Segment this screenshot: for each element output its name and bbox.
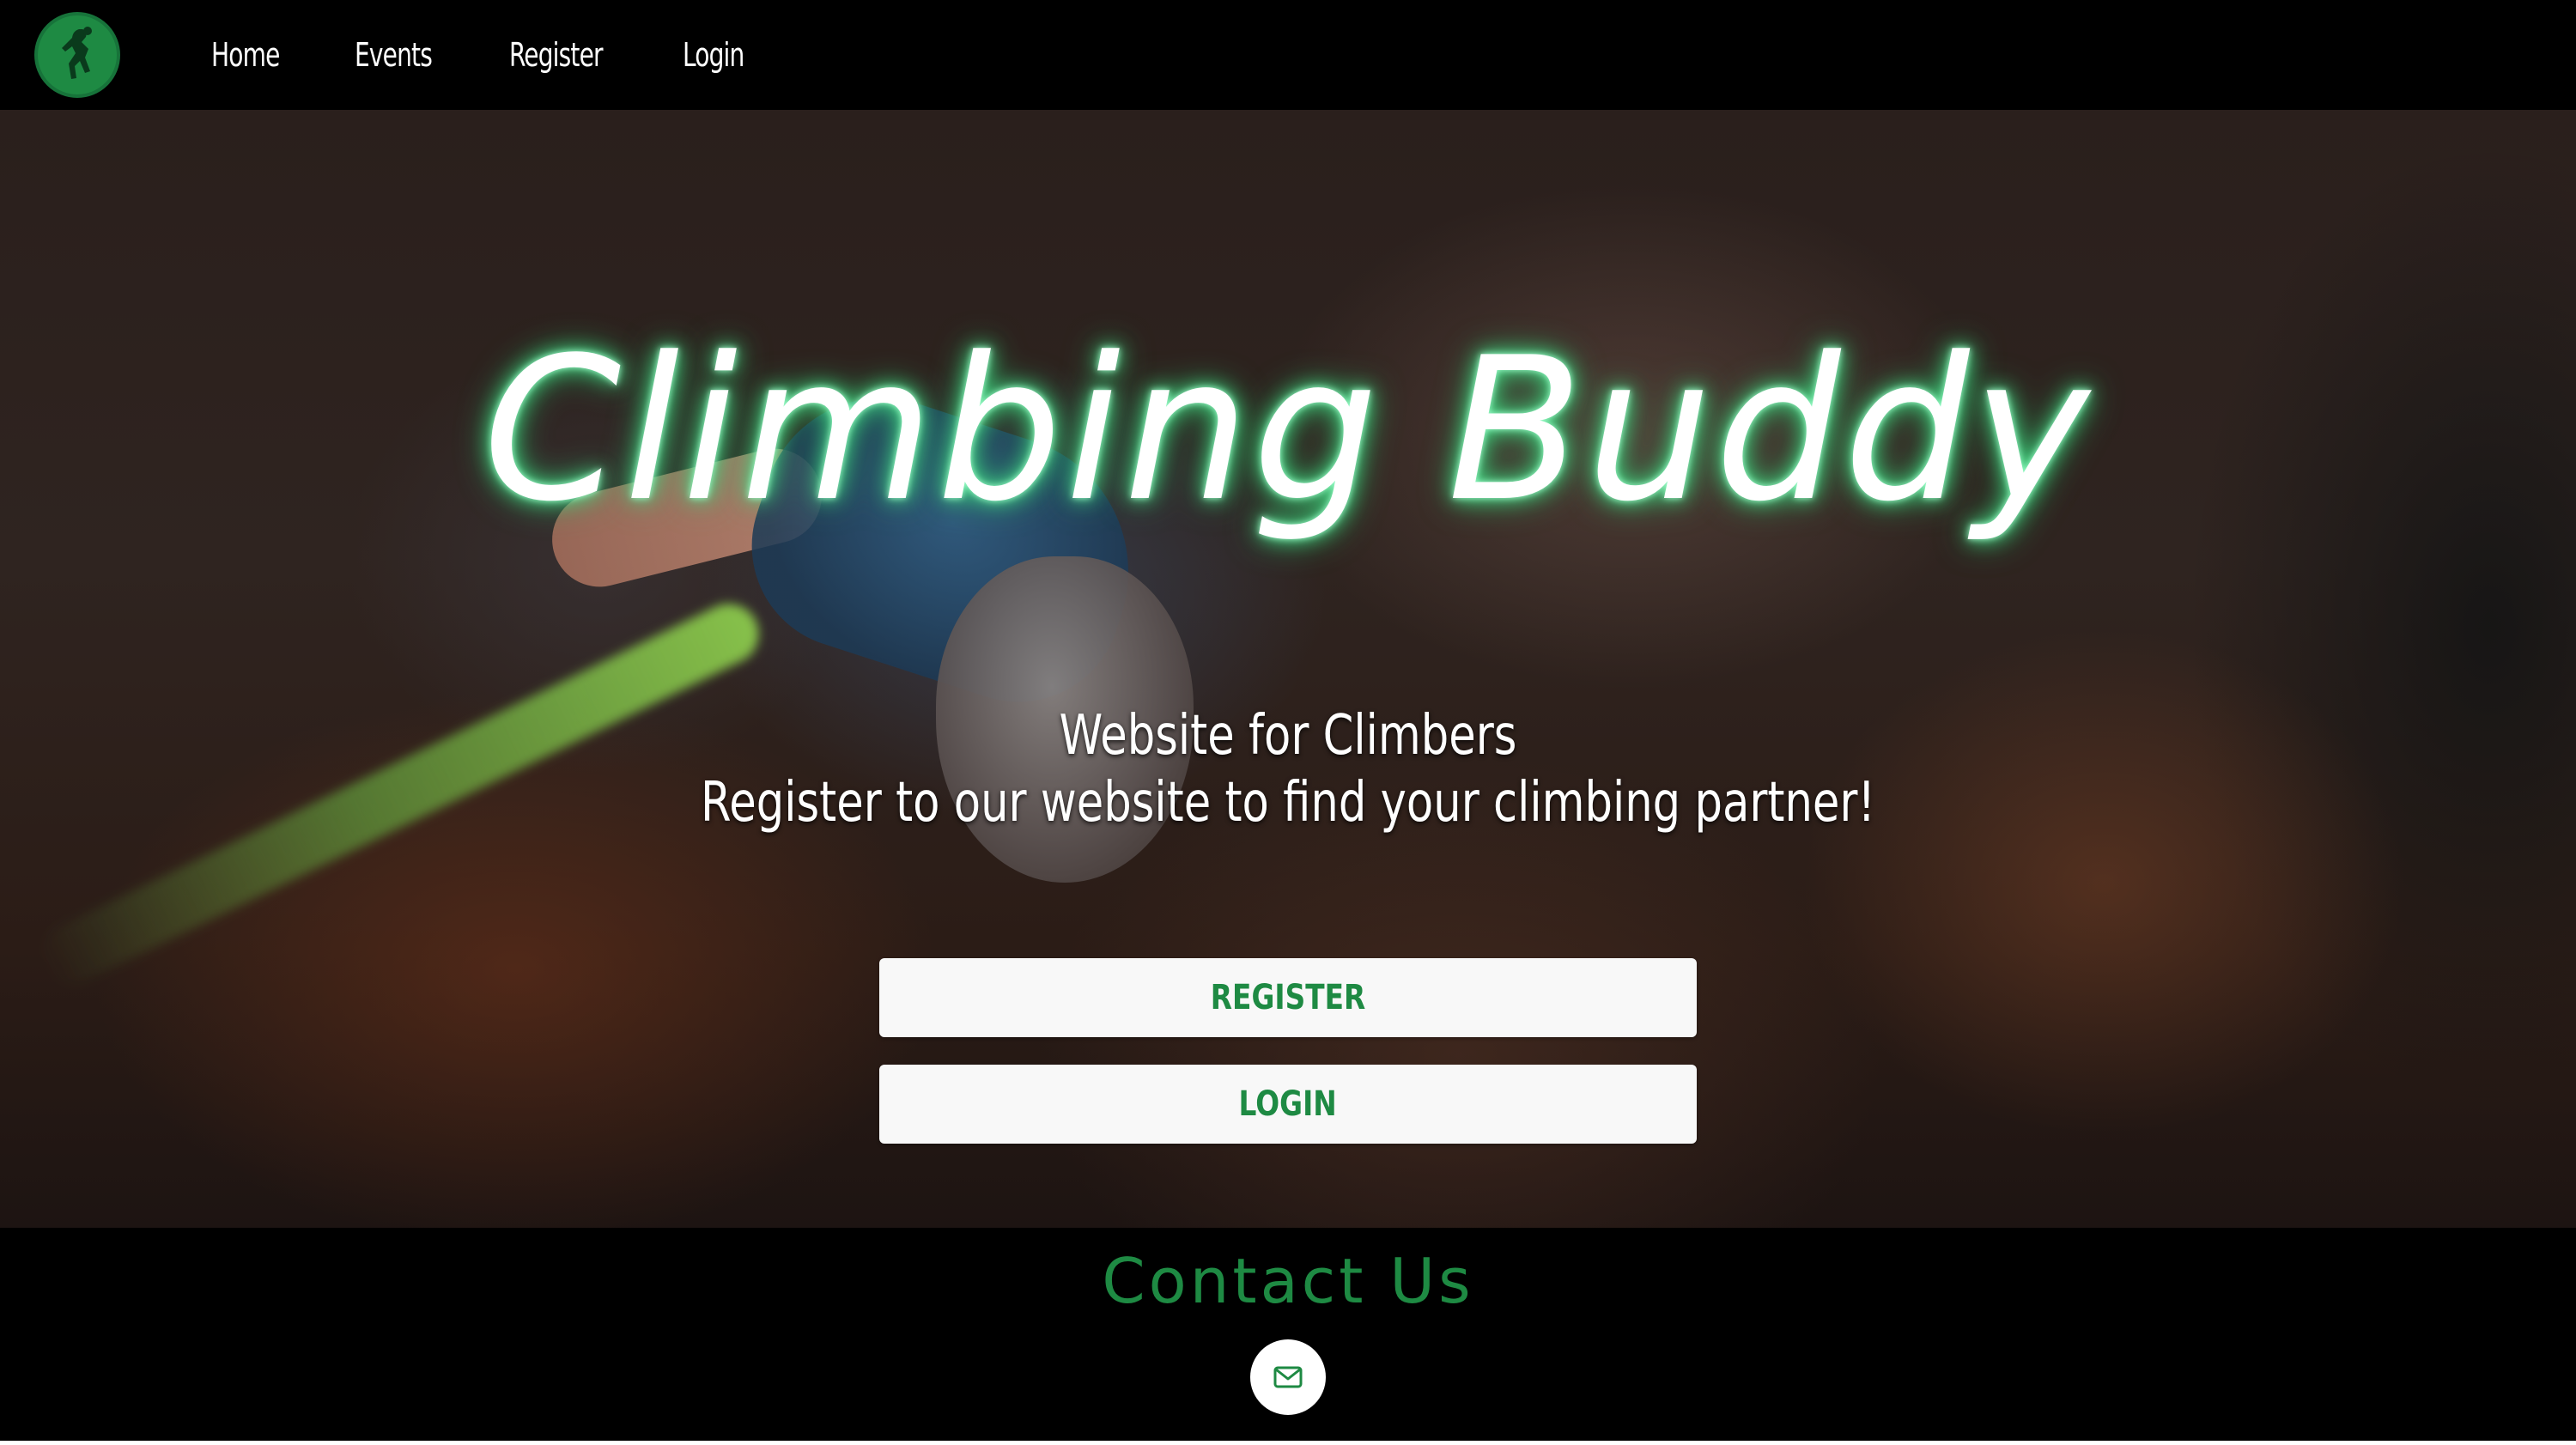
register-button[interactable]: REGISTER [879, 958, 1697, 1037]
nav-links: Home Events Register Login [211, 0, 818, 110]
nav-events-link[interactable]: Events [355, 36, 433, 74]
register-button-label: REGISTER [1210, 978, 1366, 1017]
climber-logo-icon[interactable] [34, 12, 120, 98]
envelope-icon [1273, 1366, 1303, 1388]
climber-silhouette-icon [62, 27, 92, 79]
hero-title: Climbing Buddy [483, 316, 2093, 545]
login-button[interactable]: LOGIN [879, 1065, 1697, 1144]
top-navbar: Home Events Register Login [0, 0, 2576, 110]
contact-us-title: Contact Us [1102, 1245, 1474, 1317]
hero-subtitle: Website for Climbers Register to our web… [0, 702, 2576, 836]
nav-home-link[interactable]: Home [211, 36, 280, 74]
hero-subtitle-line-1: Website for Climbers [1059, 704, 1517, 768]
email-contact-button[interactable] [1250, 1339, 1326, 1415]
nav-login-link[interactable]: Login [683, 36, 744, 74]
hero-section: Climbing Buddy Website for Climbers Regi… [0, 110, 2576, 1228]
nav-register-link[interactable]: Register [509, 36, 604, 74]
bottom-border [0, 1441, 2576, 1445]
hero-subtitle-line-2: Register to our website to find your cli… [701, 771, 1875, 835]
footer: Contact Us [0, 1228, 2576, 1445]
login-button-label: LOGIN [1238, 1084, 1338, 1124]
